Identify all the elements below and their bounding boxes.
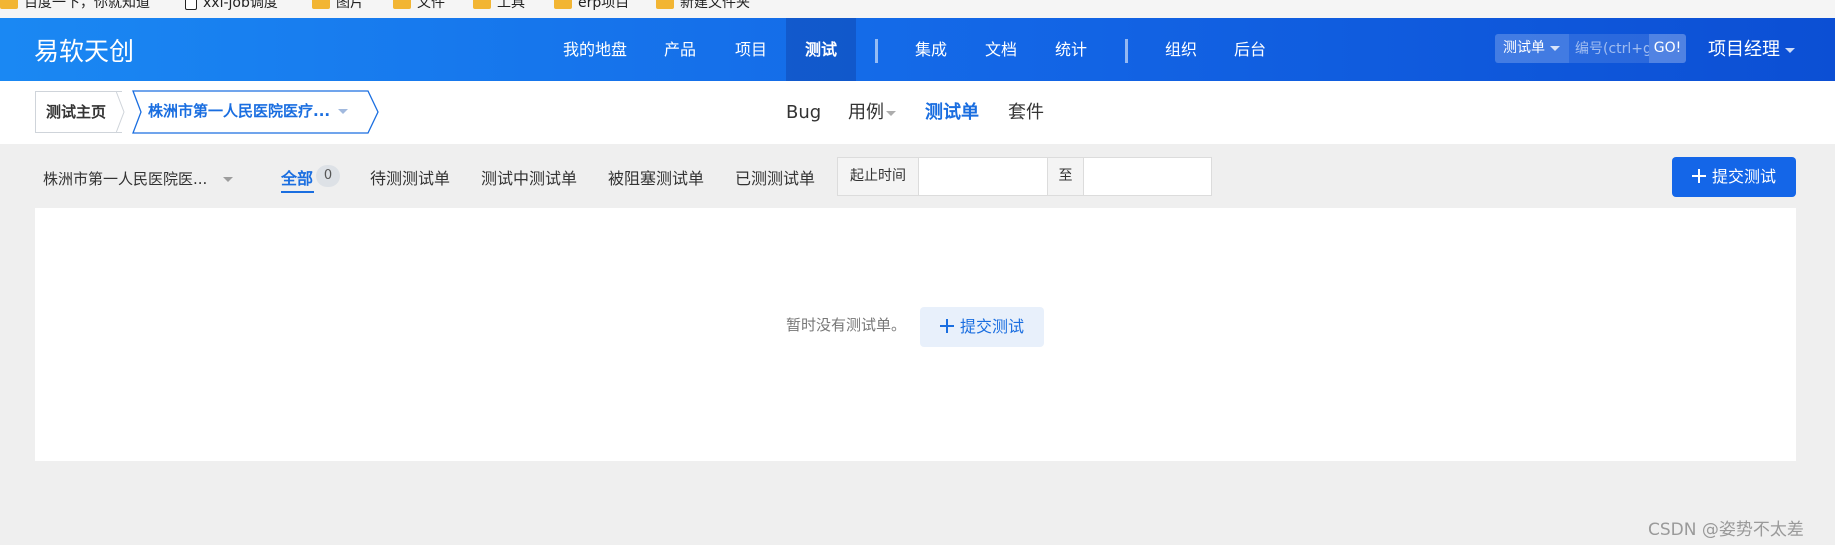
subnav-cases[interactable]: 用例	[848, 81, 896, 144]
nav-divider	[875, 39, 878, 63]
search-type-select[interactable]: 测试单	[1495, 34, 1569, 63]
active-tab-underline	[281, 191, 314, 193]
bookmarks-bar: 百度一下，你就知道 xxl-job调度 图片 文件 工具 erp项目 新建文件夹	[0, 0, 1835, 18]
submit-test-button[interactable]: 提交测试	[1672, 157, 1796, 197]
search-type-label: 测试单	[1503, 40, 1545, 56]
nav-test[interactable]: 测试	[786, 18, 857, 81]
product-select-label: 株洲市第一人民医院医...	[43, 170, 208, 188]
bookmark-item[interactable]: 百度一下，你就知道	[0, 0, 150, 12]
testtask-list-panel: 暂时没有测试单。 提交测试	[35, 208, 1796, 461]
chevron-down-icon	[1785, 47, 1795, 53]
date-range-label: 起止时间	[837, 157, 919, 196]
search-go-button[interactable]: GO!	[1649, 34, 1686, 63]
bookmark-label: 新建文件夹	[680, 0, 750, 11]
bookmark-item[interactable]: 工具	[473, 0, 525, 12]
plus-icon	[1691, 169, 1706, 183]
app-logo[interactable]: 易软天创	[34, 32, 134, 68]
user-name: 项目经理	[1708, 39, 1780, 60]
subnav-testtask[interactable]: 测试单	[925, 81, 979, 144]
top-header: 易软天创 我的地盘 产品 项目 测试 集成 文档 统计 组织 后台 测试单 GO…	[0, 18, 1835, 81]
bookmark-item[interactable]: xxl-job调度	[185, 0, 278, 12]
chevron-down-icon	[223, 177, 234, 182]
product-select[interactable]: 株洲市第一人民医院医...	[43, 168, 234, 189]
empty-submit-test-label: 提交测试	[959, 317, 1024, 336]
chevron-down-icon	[1550, 45, 1560, 51]
date-to-label: 至	[1047, 157, 1084, 196]
subnav-cases-label: 用例	[848, 102, 884, 123]
nav-my-dashboard[interactable]: 我的地盘	[563, 18, 627, 81]
bookmark-item[interactable]: 新建文件夹	[656, 0, 750, 12]
nav-divider	[1125, 39, 1128, 63]
nav-docs[interactable]: 文档	[985, 18, 1017, 81]
nav-admin[interactable]: 后台	[1234, 18, 1266, 81]
bookmark-label: 图片	[336, 0, 364, 11]
nav-project[interactable]: 项目	[735, 18, 767, 81]
folder-icon	[554, 0, 572, 9]
nav-stats[interactable]: 统计	[1055, 18, 1087, 81]
page-icon	[185, 0, 197, 10]
chevron-down-icon	[338, 109, 349, 114]
count-badge: 0	[316, 165, 340, 187]
bookmark-item[interactable]: 文件	[393, 0, 445, 12]
tab-all[interactable]: 全部	[281, 165, 314, 193]
tab-all-label: 全部	[281, 169, 314, 188]
plus-icon	[939, 319, 954, 333]
breadcrumb-project-label: 株洲市第一人民医院医疗...	[148, 102, 331, 120]
watermark: CSDN @姿势不太差	[1648, 520, 1804, 540]
nav-product[interactable]: 产品	[664, 18, 696, 81]
search-input[interactable]	[1569, 34, 1649, 63]
bookmark-label: 百度一下，你就知道	[24, 0, 150, 11]
folder-icon	[0, 0, 18, 9]
tab-blocked[interactable]: 被阻塞测试单	[608, 165, 704, 189]
date-to-input[interactable]	[1083, 157, 1212, 196]
bookmark-label: 工具	[497, 0, 525, 11]
bookmark-item[interactable]: erp项目	[554, 0, 629, 12]
date-from-input[interactable]	[918, 157, 1048, 196]
folder-icon	[473, 0, 491, 9]
empty-state-text: 暂时没有测试单。	[786, 316, 907, 334]
tab-pending[interactable]: 待测测试单	[370, 165, 450, 189]
empty-submit-test-button[interactable]: 提交测试	[920, 307, 1044, 347]
bookmark-item[interactable]: 图片	[312, 0, 364, 12]
nav-org[interactable]: 组织	[1165, 18, 1197, 81]
folder-icon	[312, 0, 330, 9]
sub-navigation-bar: 测试主页 株洲市第一人民医院医疗... Bug 用例 测试单 套件	[0, 81, 1835, 144]
breadcrumb-project-select[interactable]: 株洲市第一人民医院医疗...	[133, 91, 369, 133]
breadcrumb-test-home[interactable]: 测试主页	[35, 91, 123, 133]
tab-done[interactable]: 已测测试单	[735, 165, 815, 189]
submit-test-label: 提交测试	[1711, 167, 1776, 186]
chevron-down-icon	[886, 110, 896, 116]
bookmark-label: 文件	[417, 0, 445, 11]
tab-testing[interactable]: 测试中测试单	[481, 165, 577, 189]
nav-integration[interactable]: 集成	[915, 18, 947, 81]
bookmark-label: erp项目	[578, 0, 630, 11]
subnav-bug[interactable]: Bug	[786, 81, 821, 144]
bookmark-label: xxl-job调度	[203, 0, 278, 11]
user-menu[interactable]: 项目经理	[1708, 18, 1795, 81]
folder-icon	[393, 0, 411, 9]
subnav-suite[interactable]: 套件	[1008, 81, 1044, 144]
folder-icon	[656, 0, 674, 9]
